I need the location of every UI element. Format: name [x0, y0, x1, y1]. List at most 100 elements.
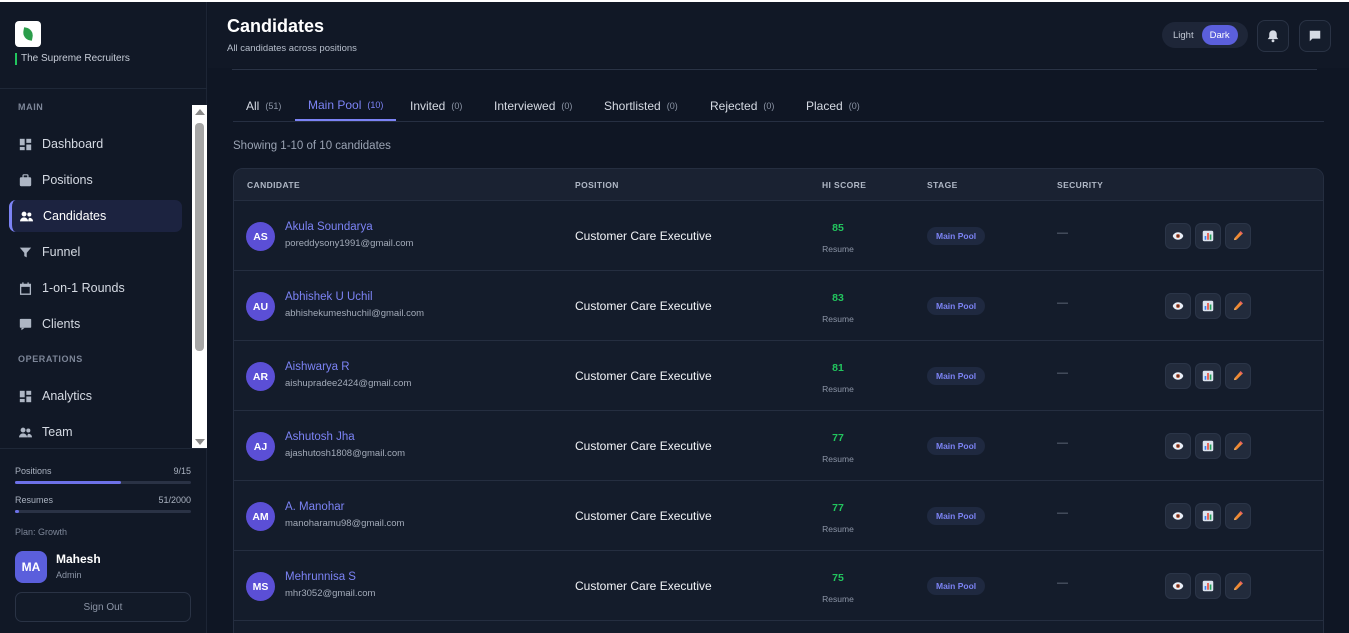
table-body: AS Akula Soundarya poreddysony1991@gmail…: [234, 201, 1323, 621]
view-report-button[interactable]: [1195, 573, 1221, 599]
edit-candidate-button[interactable]: [1225, 293, 1251, 319]
avatar[interactable]: MA: [15, 551, 47, 583]
tab-label: Main Pool: [308, 97, 362, 112]
security-status: —: [1057, 367, 1068, 379]
view-candidate-button[interactable]: [1165, 503, 1191, 529]
view-candidate-button[interactable]: [1165, 573, 1191, 599]
scrollbar-thumb[interactable]: [195, 123, 204, 351]
sidebar-item-label: Funnel: [42, 245, 81, 259]
scroll-up-arrow-icon[interactable]: [195, 109, 205, 115]
column-header-stage[interactable]: STAGE: [927, 180, 958, 190]
sidebar: The Supreme Recruiters MAIN Dashboard Po…: [0, 2, 207, 633]
sidebar-item-label: Team: [42, 425, 73, 439]
sidebar-item-label: 1-on-1 Rounds: [42, 281, 125, 295]
sidebar-item-clients[interactable]: Clients: [9, 308, 182, 340]
tab-main-pool[interactable]: Main Pool (10): [295, 90, 397, 121]
bar-chart-icon: [1202, 440, 1214, 452]
table-row[interactable]: AM A. Manohar manoharamu98@gmail.com Cus…: [234, 481, 1323, 551]
analytics-icon: [19, 390, 32, 403]
column-header-candidate[interactable]: CANDIDATE: [247, 180, 300, 190]
logo-icon: [15, 21, 41, 47]
sidebar-scrollbar[interactable]: [192, 105, 207, 449]
view-candidate-button[interactable]: [1165, 293, 1191, 319]
view-report-button[interactable]: [1195, 433, 1221, 459]
header-divider: [232, 69, 1317, 70]
sidebar-item-1-on-1-rounds[interactable]: 1-on-1 Rounds: [9, 272, 182, 304]
pencil-icon: [1234, 581, 1243, 591]
tab-count: (0): [763, 100, 775, 111]
edit-candidate-button[interactable]: [1225, 503, 1251, 529]
edit-candidate-button[interactable]: [1225, 363, 1251, 389]
edit-candidate-button[interactable]: [1225, 573, 1251, 599]
bar-chart-icon: [1202, 300, 1214, 312]
column-header-security[interactable]: SECURITY: [1057, 180, 1103, 190]
candidate-name-link[interactable]: Abhishek U Uchil: [285, 291, 373, 303]
tab-all[interactable]: All (51): [233, 90, 294, 121]
table-header: CANDIDATE POSITION HI SCORE STAGE SECURI…: [234, 169, 1323, 201]
tab-placed[interactable]: Placed (0): [793, 90, 873, 121]
theme-dark-option[interactable]: Dark: [1201, 25, 1238, 45]
view-report-button[interactable]: [1195, 293, 1221, 319]
candidate-email: poreddysony1991@gmail.com: [285, 238, 414, 249]
notifications-button[interactable]: [1257, 20, 1289, 52]
theme-light-option[interactable]: Light: [1165, 25, 1202, 45]
tab-label: Placed: [806, 98, 843, 113]
tab-count: (0): [666, 100, 678, 111]
pencil-icon: [1234, 371, 1243, 381]
sidebar-item-team[interactable]: Team: [9, 416, 182, 446]
theme-toggle[interactable]: Light Dark: [1162, 22, 1248, 48]
candidate-email: abhishekumeshuchil@gmail.com: [285, 308, 425, 319]
resumes-usage-value: 51/2000: [158, 495, 191, 505]
candidate-name-link[interactable]: A. Manohar: [285, 501, 344, 513]
stage-badge: Main Pool: [927, 367, 986, 385]
nav-section-main: MAIN: [18, 102, 44, 112]
candidate-name-link[interactable]: Aishwarya R: [285, 361, 350, 373]
candidate-avatar: MS: [246, 572, 275, 601]
security-status: —: [1057, 227, 1068, 239]
sign-out-button[interactable]: Sign Out: [15, 592, 191, 622]
nav-section-operations: OPERATIONS: [18, 354, 83, 364]
column-header-position[interactable]: POSITION: [575, 180, 619, 190]
table-row[interactable]: MS Mehrunnisa S mhr3052@gmail.com Custom…: [234, 551, 1323, 621]
brand-logo[interactable]: [15, 21, 41, 47]
view-candidate-button[interactable]: [1165, 363, 1191, 389]
messages-button[interactable]: [1299, 20, 1331, 52]
sidebar-item-analytics[interactable]: Analytics: [9, 380, 182, 412]
candidate-email: ajashutosh1808@gmail.com: [285, 448, 406, 459]
sidebar-item-candidates[interactable]: Candidates: [9, 200, 182, 232]
sidebar-item-funnel[interactable]: Funnel: [9, 236, 182, 268]
edit-candidate-button[interactable]: [1225, 433, 1251, 459]
tab-invited[interactable]: Invited (0): [397, 90, 475, 121]
tab-interviewed[interactable]: Interviewed (0): [481, 90, 585, 121]
table-row[interactable]: AR Aishwarya R aishupradee2424@gmail.com…: [234, 341, 1323, 411]
pencil-icon: [1234, 441, 1243, 451]
hi-score-source: Resume: [822, 524, 854, 534]
table-row[interactable]: AS Akula Soundarya poreddysony1991@gmail…: [234, 201, 1323, 271]
column-header-hi-score[interactable]: HI SCORE: [822, 180, 866, 190]
table-row[interactable]: AJ Ashutosh Jha ajashutosh1808@gmail.com…: [234, 411, 1323, 481]
tab-count: (51): [265, 100, 282, 111]
candidate-position: Customer Care Executive: [575, 509, 712, 523]
view-report-button[interactable]: [1195, 223, 1221, 249]
tab-shortlisted[interactable]: Shortlisted (0): [591, 90, 691, 121]
brand-name: The Supreme Recruiters: [15, 53, 130, 65]
view-candidate-button[interactable]: [1165, 433, 1191, 459]
edit-candidate-button[interactable]: [1225, 223, 1251, 249]
candidate-name-link[interactable]: Ashutosh Jha: [285, 431, 355, 443]
sidebar-item-dashboard[interactable]: Dashboard: [9, 128, 182, 160]
table-row[interactable]: AU Abhishek U Uchil abhishekumeshuchil@g…: [234, 271, 1323, 341]
tab-rejected[interactable]: Rejected (0): [697, 90, 787, 121]
candidate-position: Customer Care Executive: [575, 369, 712, 383]
positions-usage-fill: [15, 481, 121, 484]
positions-usage-value: 9/15: [173, 466, 191, 476]
hi-score-source: Resume: [822, 454, 854, 464]
bell-icon: [1267, 30, 1279, 43]
view-candidate-button[interactable]: [1165, 223, 1191, 249]
eye-icon: [1172, 372, 1184, 380]
candidate-name-link[interactable]: Akula Soundarya: [285, 221, 373, 233]
view-report-button[interactable]: [1195, 363, 1221, 389]
candidate-name-link[interactable]: Mehrunnisa S: [285, 571, 356, 583]
view-report-button[interactable]: [1195, 503, 1221, 529]
sidebar-item-positions[interactable]: Positions: [9, 164, 182, 196]
scroll-down-arrow-icon[interactable]: [195, 439, 205, 445]
